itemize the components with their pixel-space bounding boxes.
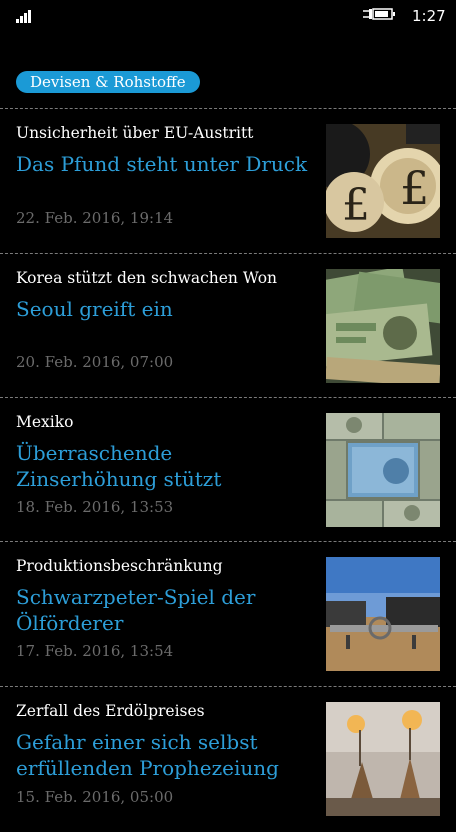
- signal-bars-icon: [16, 9, 36, 23]
- article-headline[interactable]: Gefahr einer sich selbst erfüllenden Pro…: [16, 729, 312, 781]
- article-date: 15. Feb. 2016, 05:00: [16, 788, 174, 806]
- svg-text:£: £: [400, 161, 429, 215]
- article-item[interactable]: Korea stützt den schwachen Won Seoul gre…: [0, 255, 456, 399]
- article-item[interactable]: Zerfall des Erdölpreises Gefahr einer si…: [0, 688, 456, 832]
- article-date: 20. Feb. 2016, 07:00: [16, 353, 174, 371]
- clock: 1:27: [412, 7, 446, 25]
- banknotes-image[interactable]: [326, 269, 440, 383]
- peso-dollar-notes-image[interactable]: [326, 413, 440, 527]
- article-date: 17. Feb. 2016, 13:54: [16, 642, 174, 660]
- divider: [0, 253, 456, 254]
- article-date: 22. Feb. 2016, 19:14: [16, 209, 174, 227]
- battery-charging-icon: [362, 6, 396, 22]
- pound-mosaic-image[interactable]: £ £: [326, 124, 440, 238]
- article-date: 18. Feb. 2016, 13:53: [16, 498, 174, 516]
- article-kicker: Produktionsbeschränkung: [16, 557, 223, 575]
- divider: [0, 686, 456, 687]
- article-kicker: Unsicherheit über EU-Austritt: [16, 124, 254, 142]
- article-item[interactable]: Produktionsbeschränkung Schwarzpeter-Spi…: [0, 543, 456, 687]
- article-kicker: Zerfall des Erdölpreises: [16, 702, 205, 720]
- article-headline[interactable]: Überraschende Zinserhöhung stützt: [16, 440, 312, 492]
- category-chip[interactable]: Devisen & Rohstoffe: [16, 71, 200, 93]
- article-headline[interactable]: Schwarzpeter-Spiel der Ölförderer: [16, 584, 312, 636]
- divider: [0, 397, 456, 398]
- article-kicker: Mexiko: [16, 413, 74, 431]
- status-bar: 1:27: [0, 0, 456, 34]
- oil-field-pipeline-image[interactable]: [326, 557, 440, 671]
- article-item[interactable]: Mexiko Überraschende Zinserhöhung stützt…: [0, 399, 456, 543]
- article-headline[interactable]: Seoul greift ein: [16, 296, 312, 322]
- article-kicker: Korea stützt den schwachen Won: [16, 269, 278, 287]
- divider: [0, 541, 456, 542]
- article-item[interactable]: Unsicherheit über EU-Austritt Das Pfund …: [0, 110, 456, 254]
- oil-rig-flare-image[interactable]: [326, 702, 440, 816]
- divider: [0, 108, 456, 109]
- article-headline[interactable]: Das Pfund steht unter Druck: [16, 151, 312, 177]
- svg-text:£: £: [342, 180, 370, 231]
